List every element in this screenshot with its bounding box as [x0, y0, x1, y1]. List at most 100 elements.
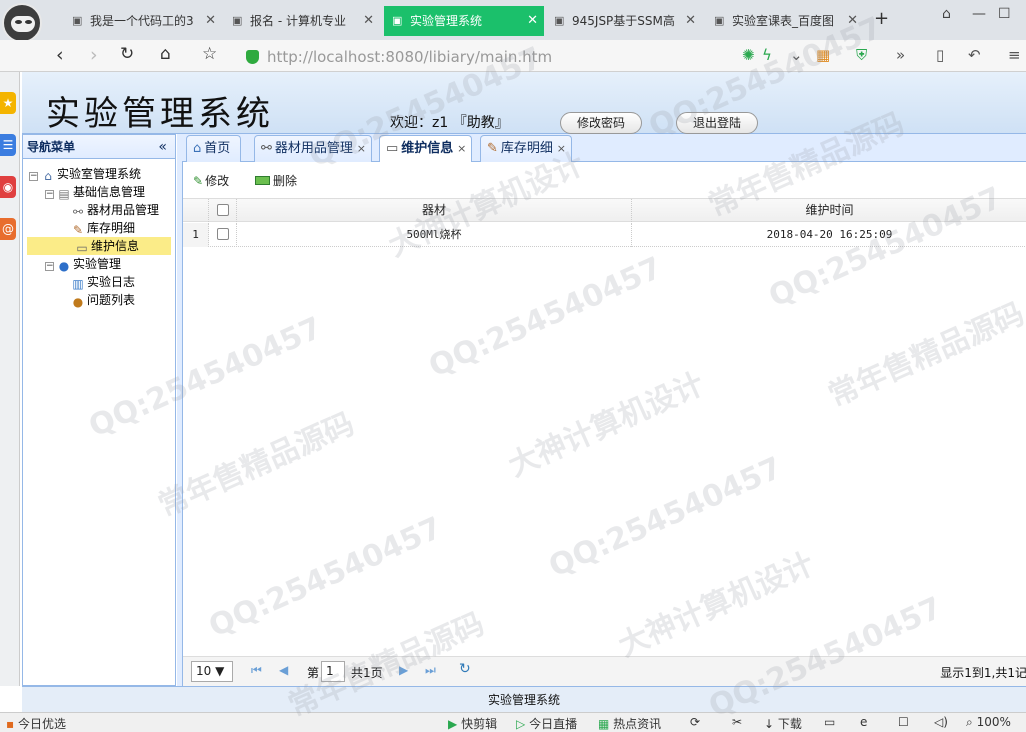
tree-node-problem-list[interactable]: ● 问题列表 [71, 291, 135, 309]
logout-button[interactable]: 退出登陆 [676, 112, 759, 134]
tree-node-label: 实验日志 [87, 275, 136, 289]
tab-close-icon[interactable]: × [357, 136, 366, 161]
status-icon-ie[interactable]: e [860, 715, 867, 729]
app-title: 实验管理系统 [46, 94, 274, 134]
cell-time: 2018-04-20 16:25:09 [766, 228, 893, 241]
status-news[interactable]: ▦ 热点资讯 [598, 715, 661, 732]
reload-icon[interactable]: ↻ [120, 44, 134, 64]
dropdown-icon[interactable]: ⌄ [790, 46, 803, 64]
status-today-picks[interactable]: ▪ 今日优选 [6, 715, 66, 732]
status-icon-window[interactable]: ☐ [898, 715, 909, 729]
tree-node-lab-management[interactable]: − ● 实验管理 [45, 255, 121, 273]
security-icon[interactable]: ⛨ [856, 46, 867, 64]
browser-tab[interactable]: ▣ 945JSP基于SSM高 ✕ [546, 6, 702, 36]
user-avatar[interactable] [2, 3, 42, 43]
browser-tab[interactable]: ▣ 报名 - 计算机专业 ✕ [224, 6, 380, 36]
close-icon[interactable]: ✕ [847, 6, 858, 36]
tree-node-label: 实验管理 [73, 257, 122, 271]
star-icon[interactable]: ☆ [202, 44, 217, 64]
tree-node-lab-log[interactable]: ▥ 实验日志 [71, 273, 135, 291]
more-icon[interactable]: » [896, 46, 905, 64]
close-icon[interactable]: ✕ [205, 6, 216, 36]
tab-equipment[interactable]: ⚯ 器材用品管理 × [254, 135, 372, 162]
tree-node-inventory[interactable]: ✎ 库存明细 [71, 219, 135, 237]
apps-icon[interactable]: ▦ [816, 46, 830, 64]
last-page-icon[interactable]: ⏭ [425, 663, 436, 678]
status-icon-cloud[interactable]: ⟳ [690, 715, 700, 729]
delete-button[interactable]: 删除 [255, 172, 297, 189]
page-number-input[interactable]: 1 [321, 661, 345, 682]
status-quick-edit[interactable]: ▶ 快剪辑 [448, 715, 497, 732]
favorites-icon[interactable]: ★ [0, 92, 16, 114]
status-zoom[interactable]: ⌕ 100% [966, 715, 1011, 730]
close-icon[interactable]: ✕ [685, 6, 696, 36]
status-icon-a[interactable]: ▭ [824, 715, 835, 729]
home-icon[interactable]: ⌂ [160, 44, 171, 64]
collapse-icon[interactable]: « [158, 135, 167, 159]
status-download[interactable]: ↓ 下载 [764, 715, 802, 732]
tab-home[interactable]: ⌂ 首页 [186, 135, 242, 162]
undo-icon[interactable]: ↶ [968, 46, 981, 64]
tree-node-maintenance[interactable]: ▭ 维护信息 [27, 237, 171, 255]
notes-icon[interactable]: ☰ [0, 134, 16, 156]
speed-icon[interactable]: ✺ [742, 46, 755, 64]
grid-header: 器材 维护时间 [183, 198, 1026, 222]
tree-node-root[interactable]: − ⌂ 实验室管理系统 [29, 165, 141, 183]
welcome-text: 欢迎：z1 『助教』 [390, 115, 509, 131]
new-tab-icon[interactable]: + [874, 8, 889, 29]
status-label: 100% [976, 715, 1011, 729]
tree-node-equipment[interactable]: ⚯ 器材用品管理 [71, 201, 159, 219]
phone-icon[interactable]: ▯ [936, 46, 944, 64]
column-header-time[interactable]: 维护时间 [632, 199, 1026, 222]
back-icon[interactable]: ‹ [56, 44, 64, 66]
forward-icon[interactable]: › [90, 44, 98, 66]
status-live[interactable]: ▷ 今日直播 [516, 715, 577, 732]
close-icon[interactable]: ✕ [527, 6, 538, 36]
collapse-toggle-icon[interactable]: − [29, 172, 38, 181]
status-icon-tools[interactable]: ✂ [732, 715, 742, 729]
first-page-icon[interactable]: ⏮ [251, 663, 262, 678]
volume-icon[interactable]: ◁) [934, 715, 948, 729]
lightning-icon[interactable]: ϟ [762, 46, 772, 64]
mail-icon[interactable]: @ [0, 218, 16, 240]
table-row[interactable]: 1 500Ml烧杯 2018-04-20 16:25:09 [183, 223, 1026, 247]
row-checkbox[interactable] [216, 228, 229, 240]
url-host: http://localhost [267, 48, 381, 66]
tab-inventory[interactable]: ✎ 库存明细 × [480, 135, 572, 162]
change-password-button[interactable]: 修改密码 [560, 112, 643, 134]
page-size-select[interactable]: 10 ▼ [191, 661, 233, 682]
status-label: 快剪辑 [461, 717, 498, 731]
tree-node-basic-info[interactable]: − ▤ 基础信息管理 [45, 183, 145, 201]
collapse-toggle-icon[interactable]: − [45, 190, 54, 199]
skin-icon[interactable]: ⌂ [942, 6, 951, 22]
page-icon: ▣ [392, 14, 403, 27]
tab-close-icon[interactable]: × [457, 136, 466, 161]
prev-page-icon[interactable]: ◀ [279, 663, 288, 677]
page-total: 共1页 [351, 666, 383, 680]
column-header-equipment[interactable]: 器材 [237, 199, 632, 222]
menu-icon[interactable]: ≡ [1008, 46, 1021, 64]
select-all-checkbox[interactable] [216, 204, 229, 216]
tree-node-label: 基础信息管理 [73, 185, 146, 199]
next-page-icon[interactable]: ▶ [399, 663, 408, 677]
medal-icon: ● [72, 295, 84, 309]
browser-tab[interactable]: ▣ 我是一个代码工的3 ✕ [64, 6, 222, 36]
edit-button[interactable]: ✎ 修改 [193, 172, 229, 189]
close-icon[interactable]: ✕ [363, 6, 374, 36]
refresh-icon[interactable]: ↻ [459, 661, 471, 677]
weibo-icon[interactable]: ◉ [0, 176, 16, 198]
nav-menu-panel: 导航菜单 « − ⌂ 实验室管理系统 − ▤ 基础信息管理 ⚯ 器材用品管理 ✎ 库存明细 … [22, 134, 176, 686]
url-field[interactable]: http://localhost:8080/libiary/main.htm [246, 46, 552, 68]
tab-maintenance[interactable]: ▭ 维护信息 × [379, 135, 473, 163]
minimize-icon[interactable]: — [972, 6, 986, 22]
collapse-toggle-icon[interactable]: − [45, 262, 54, 271]
maximize-icon[interactable]: ☐ [998, 6, 1011, 22]
cell-equipment: 500Ml烧杯 [237, 223, 632, 247]
tab-close-icon[interactable]: × [557, 136, 566, 161]
status-label: 今日直播 [529, 717, 578, 731]
browser-tab-active[interactable]: ▣ 实验管理系统 ✕ [384, 6, 544, 36]
news-icon: ▦ [598, 717, 610, 731]
chat-bubble-icon: ● [58, 259, 70, 273]
browser-tab[interactable]: ▣ 实验室课表_百度图 ✕ [706, 6, 864, 36]
edit-icon: ✎ [193, 174, 204, 188]
